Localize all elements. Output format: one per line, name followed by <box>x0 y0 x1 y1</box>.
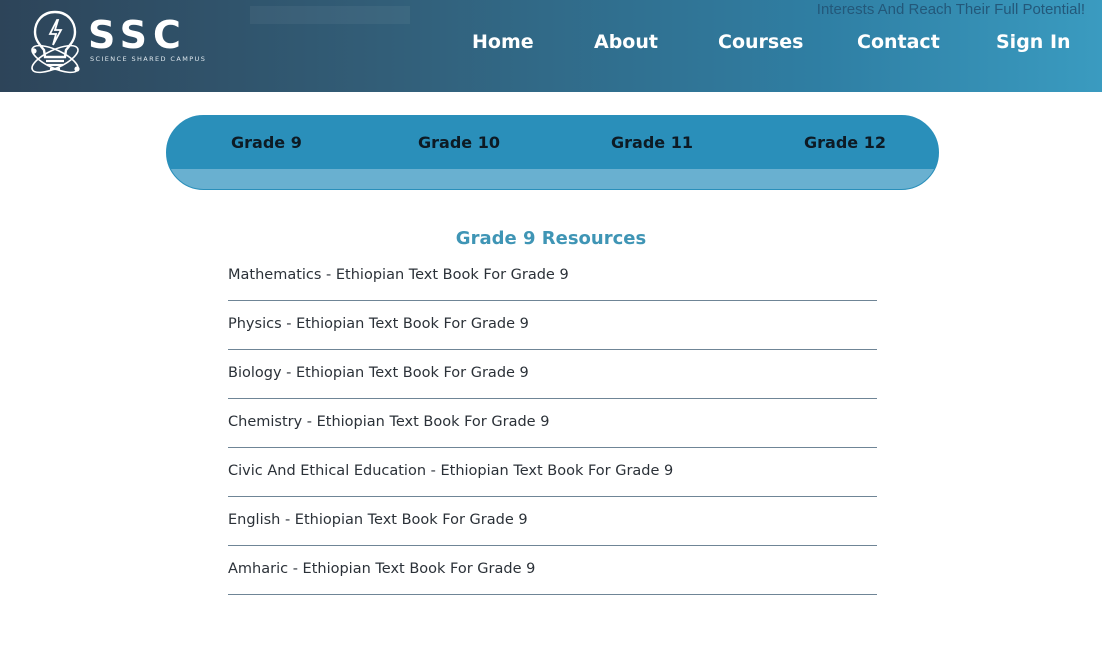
resource-list: Mathematics - Ethiopian Text Book For Gr… <box>228 252 877 595</box>
tab-grade-11[interactable]: Grade 11 <box>611 133 693 152</box>
resource-item-biology[interactable]: Biology - Ethiopian Text Book For Grade … <box>228 350 877 399</box>
resource-item-english[interactable]: English - Ethiopian Text Book For Grade … <box>228 497 877 546</box>
header-decoration <box>250 6 410 24</box>
tab-grade-10[interactable]: Grade 10 <box>418 133 500 152</box>
resource-item-mathematics[interactable]: Mathematics - Ethiopian Text Book For Gr… <box>228 252 877 301</box>
nav-contact[interactable]: Contact <box>857 31 940 53</box>
resource-item-physics[interactable]: Physics - Ethiopian Text Book For Grade … <box>228 301 877 350</box>
resources-title: Grade 9 Resources <box>455 228 647 249</box>
nav-sign-in[interactable]: Sign In <box>996 31 1071 53</box>
resource-item-civic-education[interactable]: Civic And Ethical Education - Ethiopian … <box>228 448 877 497</box>
tab-grade-12[interactable]: Grade 12 <box>804 133 886 152</box>
nav-home[interactable]: Home <box>472 31 534 53</box>
nav-courses[interactable]: Courses <box>718 31 803 53</box>
main-nav: Home About Courses Contact Sign In <box>0 31 1102 61</box>
site-header: Interests And Reach Their Full Potential… <box>0 0 1102 92</box>
resource-item-chemistry[interactable]: Chemistry - Ethiopian Text Book For Grad… <box>228 399 877 448</box>
header-tagline: Interests And Reach Their Full Potential… <box>816 1 1085 18</box>
grade-tabs-strip <box>167 169 938 189</box>
tab-grade-9[interactable]: Grade 9 <box>231 133 302 152</box>
resource-item-amharic[interactable]: Amharic - Ethiopian Text Book For Grade … <box>228 546 877 595</box>
nav-about[interactable]: About <box>594 31 658 53</box>
grade-tabs: Grade 9 Grade 10 Grade 11 Grade 12 <box>166 115 939 190</box>
